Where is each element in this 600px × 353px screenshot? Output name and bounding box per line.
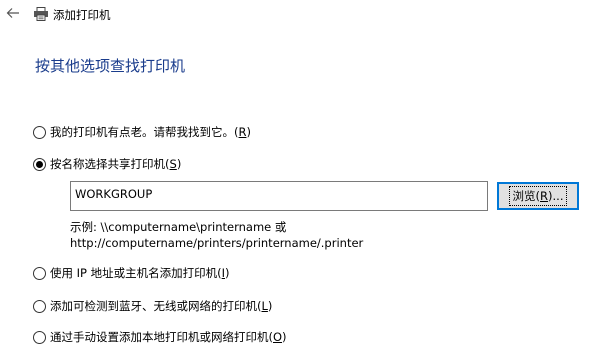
title-bar: 添加打印机 <box>0 0 600 28</box>
page-heading: 按其他选项查找打印机 <box>35 57 186 75</box>
option-shared-by-name-label: 按名称选择共享打印机(S) <box>50 157 182 171</box>
option-shared-by-name[interactable]: 按名称选择共享打印机(S) <box>33 155 181 173</box>
option-old-printer-label: 我的打印机有点老。请帮我找到它。(R) <box>50 125 251 139</box>
browse-button-label: 浏览(R)... <box>508 186 568 206</box>
option-bluetooth-wireless[interactable]: 添加可检测到蓝牙、无线或网络的打印机(L) <box>33 297 272 315</box>
back-arrow-icon[interactable] <box>6 6 20 20</box>
option-manual-settings[interactable]: 通过手动设置添加本地打印机或网络打印机(O) <box>33 328 287 346</box>
option-old-printer[interactable]: 我的打印机有点老。请帮我找到它。(R) <box>33 123 251 141</box>
radio-shared-by-name[interactable] <box>33 157 46 171</box>
option-ip-hostname[interactable]: 使用 IP 地址或主机名添加打印机(I) <box>33 264 230 282</box>
option-bluetooth-wireless-label: 添加可检测到蓝牙、无线或网络的打印机(L) <box>50 299 273 313</box>
shared-printer-name-input[interactable]: WORKGROUP <box>70 181 488 211</box>
radio-manual-settings[interactable] <box>33 330 46 344</box>
printer-icon <box>33 7 49 21</box>
example-text-line2: http://computername/printers/printername… <box>70 236 364 250</box>
radio-ip-hostname[interactable] <box>33 266 46 280</box>
radio-bluetooth-wireless[interactable] <box>33 299 46 313</box>
browse-button[interactable]: 浏览(R)... <box>497 182 579 210</box>
example-text-line1: 示例: \\computername\printername 或 <box>70 220 287 234</box>
option-ip-hostname-label: 使用 IP 地址或主机名添加打印机(I) <box>50 266 230 280</box>
option-manual-settings-label: 通过手动设置添加本地打印机或网络打印机(O) <box>50 330 287 344</box>
radio-old-printer[interactable] <box>33 125 46 139</box>
window-title: 添加打印机 <box>53 8 111 22</box>
